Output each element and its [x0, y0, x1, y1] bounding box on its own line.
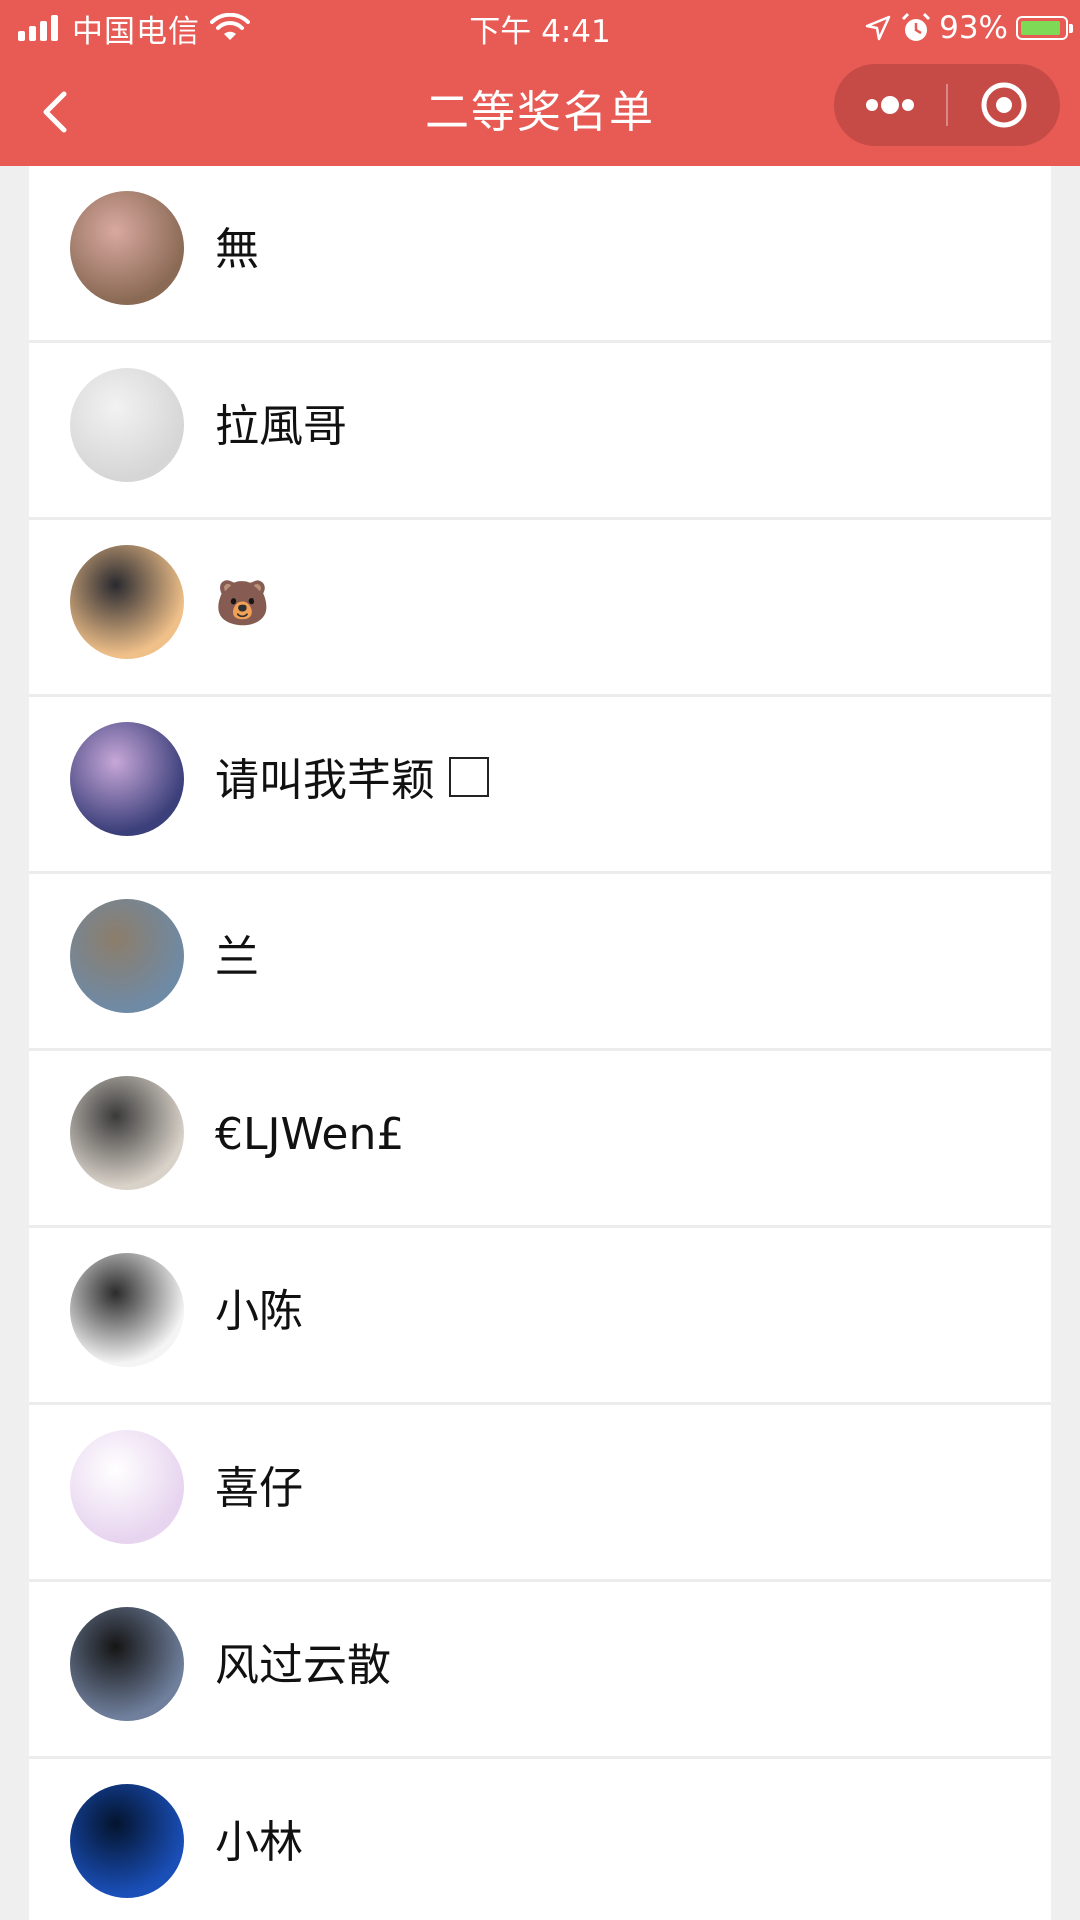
- list-item[interactable]: 拉風哥: [29, 343, 1051, 520]
- mini-program-capsule: [834, 64, 1060, 146]
- location-arrow-icon: [865, 15, 891, 41]
- status-right: 93%: [865, 8, 1073, 48]
- list-item[interactable]: 小林: [29, 1759, 1051, 1920]
- toddler-avatar: [70, 1253, 184, 1367]
- rocky-landscape-avatar: [70, 899, 184, 1013]
- winner-name-text: 無: [215, 224, 259, 275]
- silhouette-dusk-avatar: [70, 1607, 184, 1721]
- winner-name: 🐻: [215, 520, 270, 688]
- list-item[interactable]: 🐻: [29, 520, 1051, 697]
- winner-name-text: 喜仔: [215, 1463, 303, 1514]
- winner-name-text: 🐻: [215, 578, 270, 629]
- winner-name-text: 兰: [215, 932, 259, 983]
- winner-name: 兰: [215, 874, 259, 1042]
- list-item[interactable]: 风过云散: [29, 1582, 1051, 1759]
- missing-glyph-box: [449, 757, 489, 797]
- bearded-logo-avatar: [70, 368, 184, 482]
- list-item[interactable]: 喜仔: [29, 1405, 1051, 1582]
- winner-name: €LJWen£: [215, 1051, 404, 1219]
- girl-mask-avatar: [70, 1430, 184, 1544]
- list-item[interactable]: 兰: [29, 874, 1051, 1051]
- winner-name: 小陈: [215, 1228, 303, 1396]
- alarm-clock-icon: [902, 12, 931, 41]
- winner-list: 無拉風哥 🐻 请叫我芊颖兰 €LJWen£ 小陈喜仔风过云散小林: [29, 166, 1051, 1920]
- winner-name-text: 风过云散: [215, 1640, 391, 1691]
- battery-icon: [1016, 16, 1073, 40]
- more-options-icon[interactable]: [834, 64, 946, 146]
- status-bar: 中国电信 下午 4:41 93%: [0, 0, 1080, 56]
- winner-name-text: 小林: [215, 1817, 303, 1868]
- earth-globe-avatar: [70, 1784, 184, 1898]
- winner-name: 风过云散: [215, 1582, 391, 1750]
- winner-name: 喜仔: [215, 1405, 303, 1573]
- battery-percent: 93%: [939, 10, 1008, 46]
- anime-girl-avatar: [70, 722, 184, 836]
- winner-name-text: 拉風哥: [215, 401, 347, 452]
- winner-name: 请叫我芊颖: [215, 697, 489, 865]
- list-item[interactable]: €LJWen£: [29, 1051, 1051, 1228]
- close-mini-program-icon[interactable]: [948, 64, 1060, 146]
- winner-name-text: 请叫我芊颖: [215, 755, 435, 806]
- winner-name: 無: [215, 166, 259, 334]
- winner-name-text: €LJWen£: [215, 1109, 405, 1160]
- winner-name: 小林: [215, 1759, 303, 1920]
- pig-figurine-avatar: [70, 191, 184, 305]
- list-item[interactable]: 無: [29, 166, 1051, 343]
- sunset-person-avatar: [70, 545, 184, 659]
- winner-name-text: 小陈: [215, 1286, 303, 1337]
- list-item[interactable]: 小陈: [29, 1228, 1051, 1405]
- navigation-bar: 二等奖名单: [0, 56, 1080, 166]
- boy-glasses-avatar: [70, 1076, 184, 1190]
- winner-name: 拉風哥: [215, 343, 347, 511]
- list-item[interactable]: 请叫我芊颖: [29, 697, 1051, 874]
